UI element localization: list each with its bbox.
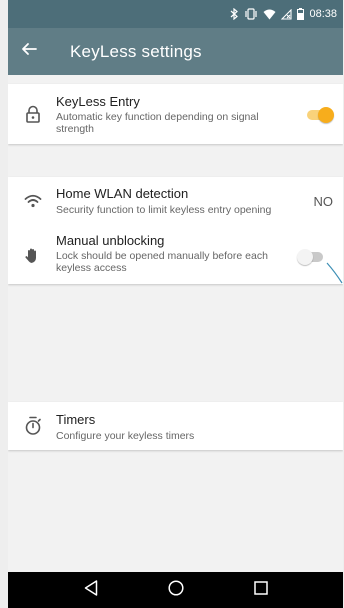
hand-icon [22, 245, 44, 267]
recents-square-icon [253, 580, 268, 600]
keyless-entry-title: KeyLess Entry [56, 94, 140, 109]
keyless-entry-card: KeyLess Entry Automatic key function dep… [8, 84, 343, 144]
back-triangle-icon [84, 579, 98, 601]
app-bar: KeyLess settings [8, 28, 343, 75]
manual-unblocking-toggle[interactable] [297, 248, 327, 266]
security-card: Home WLAN detection Security function to… [8, 177, 343, 284]
keyless-entry-subtitle: Automatic key function depending on sign… [56, 111, 259, 135]
phone-screen: 08:38 KeyLess settings KeyLess Entry Aut… [8, 0, 343, 608]
vibrate-icon [244, 8, 258, 20]
toggle-thumb [318, 107, 334, 123]
timers-title: Timers [56, 412, 96, 427]
toggle-thumb [297, 249, 313, 265]
wifi-icon [22, 190, 44, 212]
home-wlan-row[interactable]: Home WLAN detection Security function to… [8, 177, 343, 225]
home-wlan-title: Home WLAN detection [56, 186, 189, 201]
nav-recents-button[interactable] [246, 575, 276, 605]
page-title: KeyLess settings [70, 41, 202, 61]
stopwatch-icon [22, 415, 44, 437]
timers-subtitle: Configure your keyless timers [56, 430, 195, 442]
nav-back-button[interactable] [76, 575, 106, 605]
back-button[interactable] [12, 28, 46, 75]
keyless-entry-toggle[interactable] [305, 106, 335, 124]
manual-unblocking-title: Manual unblocking [56, 233, 165, 248]
home-wlan-value: NO [313, 194, 334, 209]
wifi-icon [263, 9, 276, 20]
status-bar: 08:38 [8, 0, 343, 28]
keyless-entry-row[interactable]: KeyLess Entry Automatic key function dep… [8, 84, 343, 144]
nav-home-button[interactable] [161, 575, 191, 605]
lock-icon [22, 103, 44, 125]
manual-unblocking-subtitle: Lock should be opened manually before ea… [56, 250, 268, 274]
manual-unblocking-row[interactable]: Manual unblocking Lock should be opened … [8, 225, 343, 284]
arrow-left-icon [21, 41, 37, 62]
annotation-line [326, 262, 343, 284]
timers-card: Timers Configure your keyless timers [8, 402, 343, 450]
status-time: 08:38 [309, 8, 337, 20]
home-circle-icon [167, 579, 184, 601]
bluetooth-icon [230, 8, 239, 20]
battery-icon [297, 8, 305, 20]
timers-row[interactable]: Timers Configure your keyless timers [8, 402, 343, 450]
navigation-bar [8, 572, 343, 608]
home-wlan-subtitle: Security function to limit keyless entry… [56, 204, 272, 216]
no-sim-icon [281, 8, 293, 20]
